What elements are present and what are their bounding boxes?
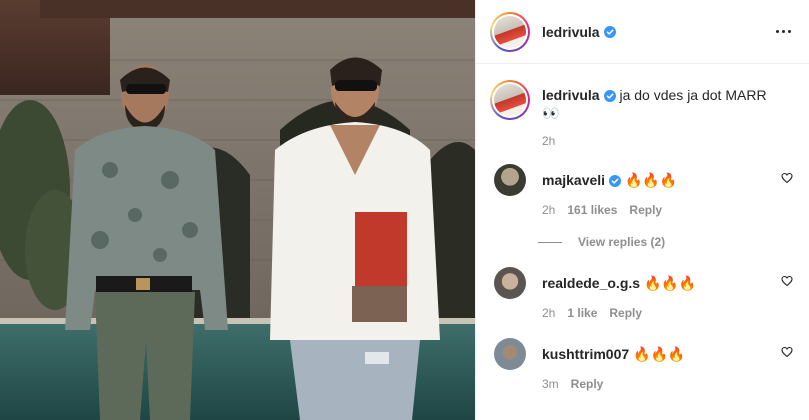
commenter-avatar[interactable] [494,164,526,196]
reply-button[interactable]: Reply [609,306,642,320]
comment-text: 🔥🔥🔥 [624,172,678,188]
author-avatar-image [494,15,526,48]
caption-time[interactable]: 2h [542,134,555,148]
commenter-avatar[interactable] [494,338,526,370]
comment-username[interactable]: majkaveli [542,172,605,188]
post-header: ledrivula [476,0,809,64]
reply-button[interactable]: Reply [629,203,662,217]
view-replies-label: View replies (2) [578,235,666,249]
caption-text: ja do vdes ja dot MARR [619,87,767,103]
post-photo[interactable] [0,0,475,420]
caption-author-avatar-image [494,84,526,116]
post-caption: ledrivula ja do vdes ja dot MARR 👀 2h [490,80,793,148]
comment-text: 🔥🔥🔥 [633,346,686,362]
view-replies-button[interactable]: View replies (2) [538,235,793,249]
comments-list: ledrivula ja do vdes ja dot MARR 👀 2h ma… [476,64,809,391]
comment-username[interactable]: kushttrim007 [542,346,629,362]
commenter-avatar[interactable] [494,267,526,299]
reply-button[interactable]: Reply [571,377,604,391]
caption-username[interactable]: ledrivula [542,87,600,103]
comment-text: 🔥🔥🔥 [643,275,697,291]
more-options-icon[interactable] [772,22,795,41]
caption-author-avatar[interactable] [490,80,530,120]
heart-outline-icon[interactable] [781,172,793,184]
post-photo-illustration [0,0,475,420]
author-avatar[interactable] [490,11,530,52]
verified-badge-icon [603,25,616,38]
comment-likes[interactable]: 1 like [567,306,597,320]
verified-badge-icon [609,175,622,187]
verified-badge-icon [603,90,616,102]
comment-time[interactable]: 2h [542,203,555,217]
replies-divider [538,241,562,243]
comment-likes[interactable]: 161 likes [567,203,617,217]
comment-item: majkaveli 🔥🔥🔥 2h 161 likes Reply [490,164,793,217]
author-username[interactable]: ledrivula [542,24,600,40]
comment-item: kushttrim007 🔥🔥🔥 3m Reply [490,338,793,391]
heart-outline-icon[interactable] [781,346,793,358]
caption-emoji: 👀 [542,105,560,121]
comment-time[interactable]: 3m [542,377,559,391]
comment-time[interactable]: 2h [542,306,555,320]
comment-username[interactable]: realdede_o.g.s [542,275,640,291]
post-viewer: ledrivula ledrivula ja do vdes ja dot MA… [0,0,809,420]
heart-outline-icon[interactable] [781,275,793,287]
post-side-panel: ledrivula ledrivula ja do vdes ja dot MA… [475,0,809,420]
comment-item: realdede_o.g.s 🔥🔥🔥 2h 1 like Reply [490,267,793,320]
